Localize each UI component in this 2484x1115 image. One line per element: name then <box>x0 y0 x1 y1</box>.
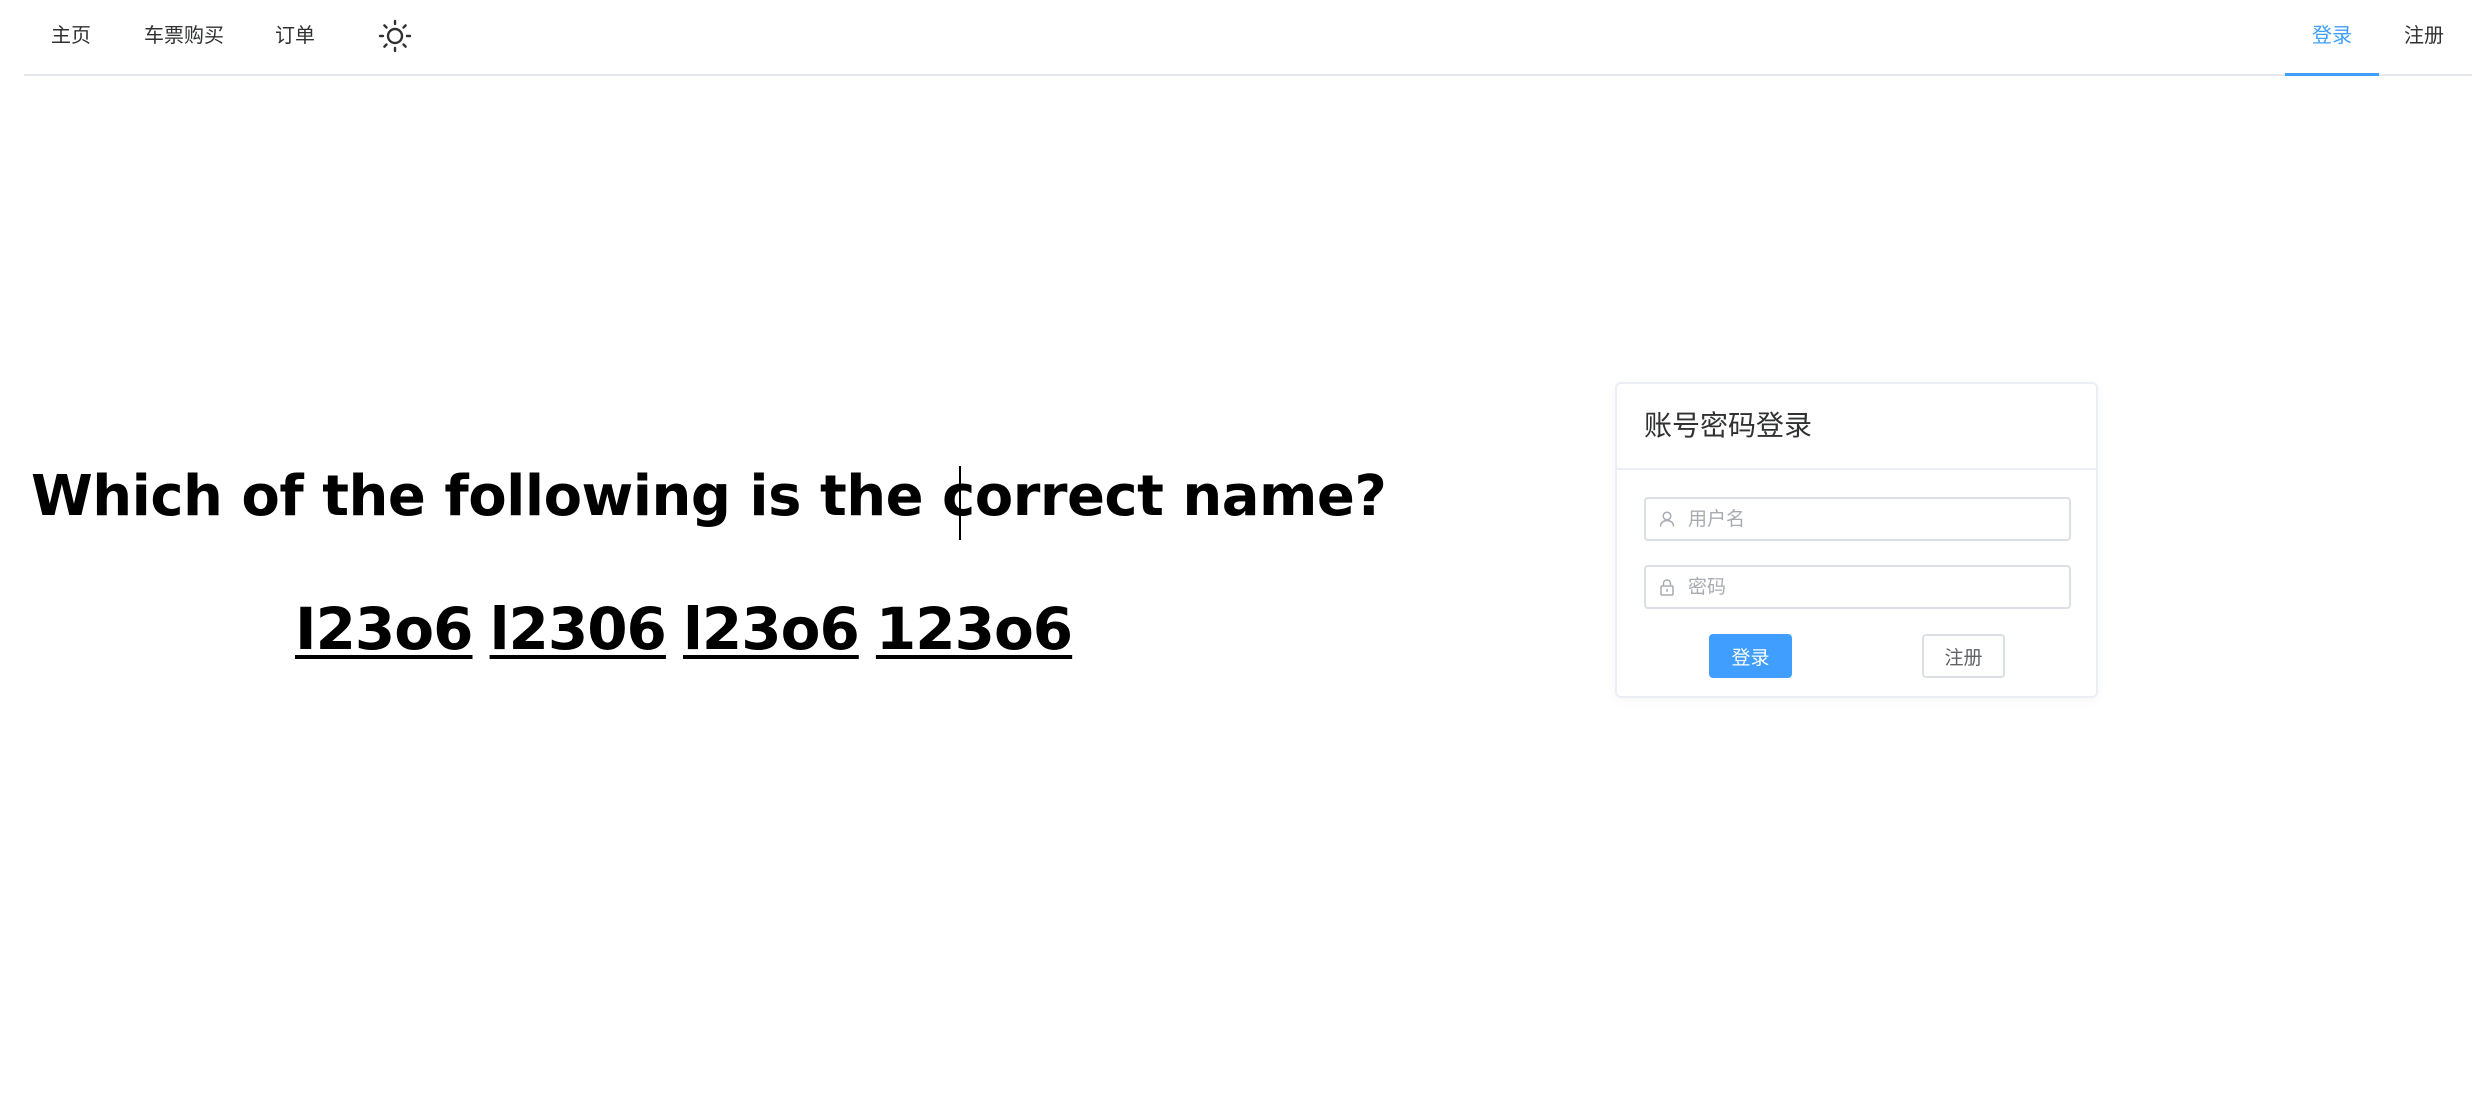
user-icon <box>1658 510 1676 528</box>
login-card-title: 账号密码登录 <box>1617 384 2096 470</box>
text-cursor <box>959 466 961 540</box>
password-input[interactable] <box>1688 567 2058 607</box>
nav-item-register[interactable]: 注册 <box>2404 0 2444 74</box>
username-field[interactable] <box>1644 497 2071 541</box>
login-card: 账号密码登录 登录 注册 <box>1615 382 2098 698</box>
login-button[interactable]: 登录 <box>1709 634 1792 678</box>
captcha-option-4[interactable]: 123o6 <box>876 595 1073 663</box>
captcha-option-3[interactable]: l23o6 <box>683 595 860 663</box>
username-input[interactable] <box>1688 499 2058 539</box>
nav-item-ticket-purchase[interactable]: 车票购买 <box>144 0 224 74</box>
nav-item-login[interactable]: 登录 <box>2285 0 2379 76</box>
password-field[interactable] <box>1644 565 2071 609</box>
captcha-options: I23o6 l2306 l23o6 123o6 <box>295 595 1084 663</box>
nav-item-orders[interactable]: 订单 <box>275 0 315 74</box>
captcha-option-2[interactable]: l2306 <box>490 595 667 663</box>
nav-item-home[interactable]: 主页 <box>51 0 91 74</box>
theme-toggle-sun-icon[interactable] <box>377 18 413 54</box>
register-button[interactable]: 注册 <box>1922 634 2005 678</box>
lock-icon <box>1658 578 1676 596</box>
page: 主页 车票购买 订单 登录 注册 Which of the following … <box>0 0 2484 1115</box>
top-navbar: 主页 车票购买 订单 登录 注册 <box>24 0 2472 76</box>
captcha-option-1[interactable]: I23o6 <box>295 595 473 663</box>
captcha-question: Which of the following is the correct na… <box>31 464 1387 529</box>
